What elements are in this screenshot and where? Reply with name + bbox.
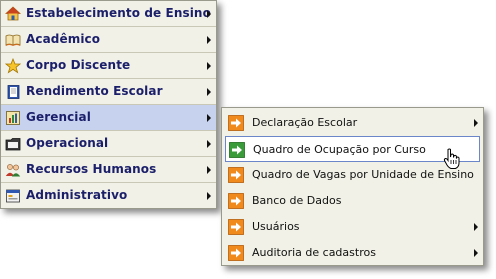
menu-item-administrativo[interactable]: Administrativo: [1, 183, 216, 209]
submenu-arrow-icon: [207, 88, 211, 96]
submenu-arrow-icon: [474, 223, 478, 231]
submenu-arrow-icon: [207, 62, 211, 70]
notebook-icon: [5, 84, 21, 100]
submenu-arrow-icon: [474, 119, 478, 127]
submenu-arrow-icon: [207, 114, 211, 122]
orange-arrow-icon: [228, 115, 244, 131]
users-icon: [5, 162, 21, 178]
submenu-item-label: Declaração Escolar: [252, 116, 358, 129]
menu-item-label: Recursos Humanos: [26, 162, 157, 176]
menu-stage: Estabelecimento de Ensino Acadêmico Corp…: [0, 0, 496, 279]
menu-item-label: Estabelecimento de Ensino: [26, 6, 211, 20]
submenu-arrow-icon: [207, 36, 211, 44]
menu-item-corpo-discente[interactable]: Corpo Discente: [1, 53, 216, 79]
menu-item-label: Rendimento Escolar: [26, 84, 163, 98]
menu-item-operacional[interactable]: Operacional: [1, 131, 216, 157]
star-icon: [4, 57, 22, 74]
orange-arrow-icon: [228, 219, 244, 235]
menu-item-label: Administrativo: [26, 188, 128, 202]
submenu-item-declaracao-escolar[interactable]: Declaração Escolar: [222, 110, 483, 136]
menu-item-label: Acadêmico: [26, 32, 101, 46]
orange-arrow-icon: [228, 245, 244, 261]
menu-item-label: Corpo Discente: [26, 58, 131, 72]
menu-item-label: Operacional: [26, 136, 109, 150]
submenu-item-label: Banco de Dados: [252, 194, 342, 207]
main-menu: Estabelecimento de Ensino Acadêmico Corp…: [0, 0, 217, 209]
submenu-item-label: Auditoria de cadastros: [252, 246, 376, 259]
menu-item-gerencial[interactable]: Gerencial: [1, 105, 216, 131]
submenu-item-banco-de-dados[interactable]: Banco de Dados: [222, 188, 483, 214]
hand-cursor-icon: [443, 148, 461, 170]
submenu-item-label: Quadro de Vagas por Unidade de Ensino: [252, 168, 474, 181]
chart-icon: [5, 110, 21, 126]
submenu-arrow-icon: [207, 140, 211, 148]
gerencial-submenu: Declaração Escolar Quadro de Ocupação po…: [221, 107, 484, 266]
submenu-arrow-icon: [207, 10, 211, 18]
submenu-arrow-icon: [207, 192, 211, 200]
menu-item-label: Gerencial: [26, 110, 91, 124]
menu-item-rendimento-escolar[interactable]: Rendimento Escolar: [1, 79, 216, 105]
orange-arrow-icon: [228, 167, 244, 183]
green-arrow-icon: [229, 142, 245, 158]
window-icon: [5, 188, 21, 204]
submenu-item-label: Quadro de Ocupação por Curso: [253, 143, 426, 156]
submenu-item-auditoria[interactable]: Auditoria de cadastros: [222, 240, 483, 266]
submenu-item-usuarios[interactable]: Usuários: [222, 214, 483, 240]
menu-item-estabelecimento[interactable]: Estabelecimento de Ensino: [1, 1, 216, 27]
book-icon: [5, 32, 21, 48]
home-icon: [4, 6, 22, 22]
submenu-item-label: Usuários: [252, 220, 300, 233]
folder-icon: [5, 136, 21, 152]
submenu-arrow-icon: [207, 166, 211, 174]
submenu-item-quadro-ocupacao[interactable]: Quadro de Ocupação por Curso: [225, 136, 480, 162]
menu-item-academico[interactable]: Acadêmico: [1, 27, 216, 53]
menu-item-recursos-humanos[interactable]: Recursos Humanos: [1, 157, 216, 183]
submenu-arrow-icon: [474, 249, 478, 257]
orange-arrow-icon: [228, 193, 244, 209]
